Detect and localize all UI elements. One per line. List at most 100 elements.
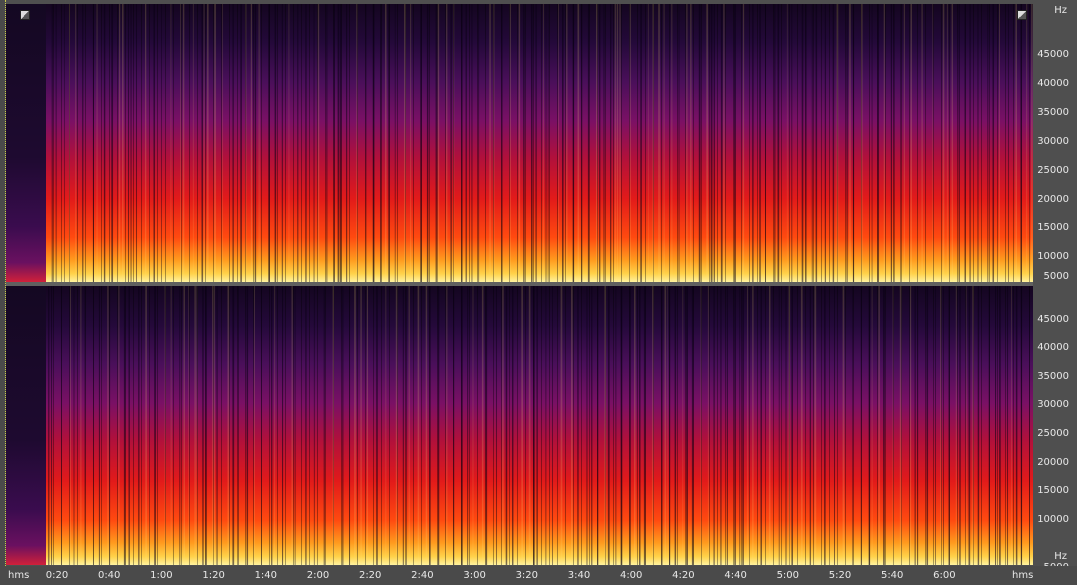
spectral-stripe bbox=[437, 286, 440, 565]
spectral-stripe bbox=[603, 4, 605, 282]
spectral-stripe bbox=[528, 286, 531, 565]
spectrogram-channel-2[interactable] bbox=[6, 286, 1033, 565]
spectral-stripe bbox=[868, 286, 871, 565]
spectral-stripe bbox=[935, 286, 936, 565]
spectral-stripe bbox=[760, 286, 762, 565]
spectral-stripe bbox=[713, 4, 715, 282]
spectrogram-lead-in bbox=[6, 286, 46, 565]
spectral-stripe bbox=[572, 4, 575, 282]
spectral-stripe bbox=[406, 286, 407, 565]
spectral-stripe bbox=[604, 286, 607, 565]
spectral-stripe bbox=[1008, 4, 1009, 282]
spectral-stripe bbox=[245, 4, 247, 282]
spectral-stripe bbox=[824, 286, 826, 565]
zoom-corner-left-icon[interactable] bbox=[20, 10, 30, 20]
spectral-stripe bbox=[958, 4, 960, 282]
spectral-stripe bbox=[860, 286, 862, 565]
spectral-stripe bbox=[446, 286, 448, 565]
spectral-stripe bbox=[545, 4, 547, 282]
time-tick-label: 4:00 bbox=[619, 570, 643, 581]
spectral-stripe bbox=[596, 4, 598, 282]
spectral-stripe bbox=[268, 4, 270, 282]
spectral-stripe bbox=[666, 286, 668, 565]
spectral-stripe bbox=[366, 286, 369, 565]
spectral-stripe bbox=[597, 286, 599, 565]
spectral-stripe bbox=[700, 286, 702, 565]
spectral-stripe bbox=[216, 286, 218, 565]
spectral-stripe bbox=[726, 286, 728, 565]
spectral-stripe bbox=[698, 4, 701, 282]
spectral-stripe bbox=[619, 4, 621, 282]
spectral-stripe bbox=[652, 286, 654, 565]
spectral-stripe bbox=[999, 4, 1001, 282]
spectral-stripe bbox=[669, 286, 671, 565]
spectral-stripe bbox=[313, 4, 315, 282]
spectral-stripe bbox=[849, 4, 851, 282]
spectral-stripe bbox=[73, 286, 75, 565]
spectral-stripe bbox=[587, 4, 590, 282]
freq-tick-label: 20000 bbox=[1037, 457, 1069, 468]
spectral-stripe bbox=[521, 286, 523, 565]
spectral-stripe bbox=[356, 4, 358, 282]
time-tick-label: 1:40 bbox=[254, 570, 278, 581]
spectral-stripe bbox=[48, 286, 50, 565]
spectral-stripe bbox=[313, 286, 315, 565]
spectral-stripe bbox=[61, 286, 62, 565]
spectral-stripe bbox=[410, 4, 412, 282]
spectral-stripe bbox=[501, 4, 503, 282]
spectral-stripe bbox=[671, 4, 673, 282]
spectral-stripe bbox=[194, 286, 196, 565]
spectral-stripe bbox=[629, 286, 631, 565]
spectral-stripe bbox=[969, 4, 971, 282]
spectral-stripe bbox=[205, 286, 207, 565]
spectral-stripe bbox=[317, 4, 320, 282]
spectrogram-lead-in bbox=[6, 4, 46, 282]
spectral-stripe bbox=[647, 4, 649, 282]
spectral-stripe bbox=[723, 4, 725, 282]
time-tick-label: 4:20 bbox=[672, 570, 695, 581]
spectral-stripe bbox=[914, 286, 916, 565]
spectral-stripe bbox=[1007, 286, 1009, 565]
spectral-stripe bbox=[254, 4, 257, 282]
spectral-stripe bbox=[774, 4, 776, 282]
spectral-stripe bbox=[752, 286, 754, 565]
spectral-stripe bbox=[523, 4, 525, 282]
spectral-stripe bbox=[871, 286, 873, 565]
spectral-stripe bbox=[342, 286, 344, 565]
frequency-axis-channel-1[interactable]: Hz 45000 40000 35000 30000 25000 20000 15000 10… bbox=[1033, 4, 1077, 282]
spectral-stripe bbox=[453, 4, 455, 282]
spectral-stripe bbox=[332, 286, 334, 565]
time-tick-label: 5:00 bbox=[776, 570, 800, 581]
freq-tick-label: 45000 bbox=[1037, 314, 1069, 325]
spectral-stripe bbox=[686, 286, 688, 565]
spectral-stripe bbox=[246, 286, 249, 565]
spectral-stripe bbox=[69, 4, 70, 282]
spectral-stripe bbox=[661, 286, 663, 565]
spectral-stripe bbox=[535, 4, 537, 282]
spectral-stripe bbox=[720, 4, 723, 282]
spectral-stripe bbox=[977, 4, 979, 282]
time-ruler[interactable]: hms hms 0:20 0:40 1:00 1:20 1:40 2:00 2:20 2:40… bbox=[0, 566, 1077, 585]
spectral-stripe bbox=[496, 286, 497, 565]
spectral-stripe bbox=[932, 4, 934, 282]
spectral-stripe bbox=[372, 4, 375, 282]
spectral-stripe bbox=[562, 4, 564, 282]
spectral-stripe bbox=[707, 286, 709, 565]
spectral-stripe bbox=[706, 4, 709, 282]
time-tick-label: 2:40 bbox=[411, 570, 434, 581]
spectral-stripe bbox=[995, 286, 997, 565]
zoom-corner-right-icon[interactable] bbox=[1017, 10, 1027, 20]
spectral-stripe bbox=[629, 4, 631, 282]
spectral-stripe bbox=[992, 4, 995, 282]
spectral-stripe bbox=[212, 286, 214, 565]
spectral-stripe bbox=[297, 4, 299, 282]
spectral-stripe bbox=[591, 286, 593, 565]
spectral-stripe bbox=[948, 286, 950, 565]
time-tick-label: 6:00 bbox=[933, 570, 956, 581]
spectral-stripe bbox=[64, 4, 65, 282]
frequency-axis-channel-2[interactable]: Hz 45000 40000 35000 30000 25000 20000 15000 10… bbox=[1033, 286, 1077, 573]
spectrogram-channel-1[interactable] bbox=[6, 4, 1033, 282]
spectral-stripe bbox=[742, 4, 745, 282]
spectral-stripe bbox=[109, 286, 111, 565]
time-tick-label: 2:00 bbox=[306, 570, 330, 581]
